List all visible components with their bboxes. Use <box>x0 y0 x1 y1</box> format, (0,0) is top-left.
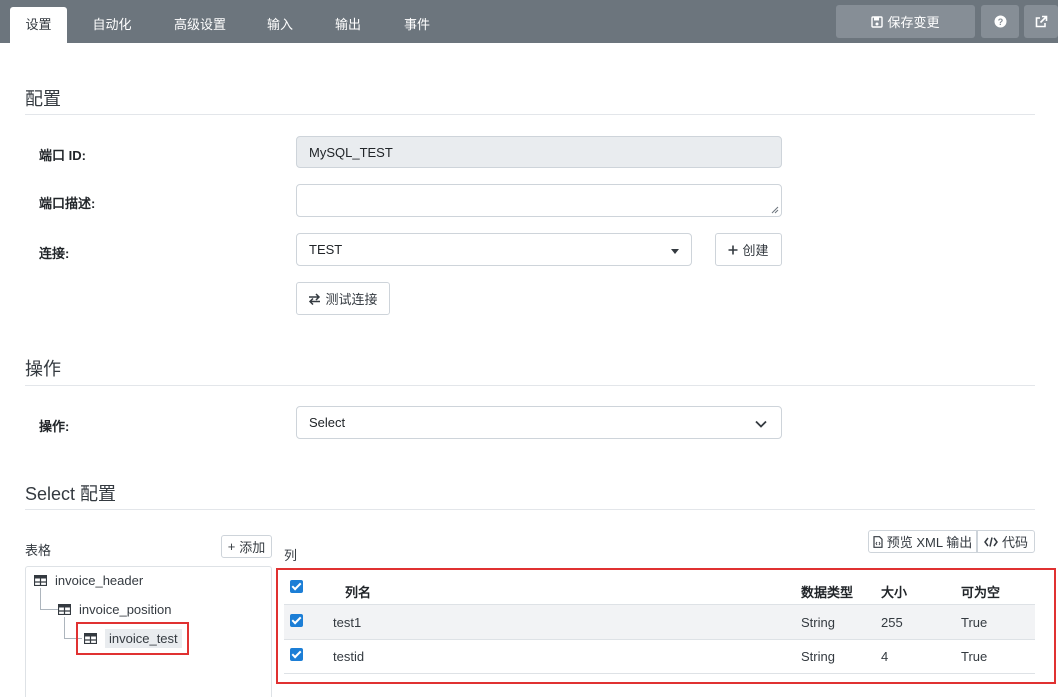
port-id-value: MySQL_TEST <box>309 144 393 160</box>
operation-section-title: 操作 <box>25 359 61 379</box>
operation-label: 操作: <box>39 419 70 434</box>
exchange-icon <box>309 292 321 305</box>
connection-value: TEST <box>309 242 343 257</box>
code-label: 代码 <box>1001 535 1028 550</box>
code-button[interactable]: 代码 <box>977 530 1035 553</box>
table-icon <box>34 575 47 586</box>
add-table-button[interactable]: + 添加 <box>221 535 272 558</box>
tab-output[interactable]: 输出 <box>323 7 373 43</box>
save-changes-button[interactable]: 保存变更 <box>836 5 975 38</box>
preview-xml-label: 预览 XML 输出 <box>886 535 973 550</box>
tab-input[interactable]: 输入 <box>255 7 305 43</box>
create-label: 创建 <box>742 243 769 258</box>
columns-label: 列 <box>284 548 298 563</box>
operation-value: Select <box>309 415 346 430</box>
resize-handle-icon <box>771 206 779 214</box>
table-icon <box>58 604 71 615</box>
operation-select[interactable]: Select <box>296 406 782 439</box>
test-connection-button[interactable]: 测试连接 <box>296 282 390 315</box>
port-id-label: 端口 ID: <box>39 148 86 163</box>
help-button[interactable]: ? <box>981 5 1019 38</box>
tree-node-invoice-position[interactable]: invoice_position <box>58 602 172 617</box>
plus-icon: + <box>227 539 236 554</box>
port-description-textarea[interactable] <box>296 184 782 217</box>
create-connection-button[interactable]: 创建 <box>715 233 782 266</box>
file-code-icon <box>873 535 883 548</box>
connection-select[interactable]: TEST <box>296 233 692 266</box>
tree-node-invoice-header[interactable]: invoice_header <box>34 573 143 588</box>
preview-xml-button[interactable]: 预览 XML 输出 <box>868 530 977 553</box>
select-config-section-title: Select 配置 <box>25 484 117 504</box>
save-icon <box>871 15 884 28</box>
top-nav-bar: 设置 自动化 高级设置 输入 输出 事件 保存变更 ? <box>0 0 1058 43</box>
divider <box>25 114 1035 115</box>
tree-node-label: invoice_position <box>79 602 172 617</box>
tables-label: 表格 <box>25 543 52 558</box>
chevron-down-icon <box>755 420 767 428</box>
add-label: 添加 <box>239 540 266 555</box>
tree-node-label: invoice_header <box>55 573 144 588</box>
connection-label: 连接: <box>39 246 70 261</box>
tree-connector <box>40 588 58 610</box>
open-external-button[interactable] <box>1024 5 1058 38</box>
highlight-box <box>76 622 189 655</box>
highlight-box <box>276 568 1056 684</box>
svg-text:?: ? <box>997 17 1003 27</box>
tab-settings[interactable]: 设置 <box>10 7 67 43</box>
divider <box>25 509 1035 510</box>
divider <box>25 385 1035 386</box>
tab-automation[interactable]: 自动化 <box>80 7 144 43</box>
tab-advanced-settings[interactable]: 高级设置 <box>160 7 240 43</box>
code-icon <box>984 536 998 547</box>
port-id-field[interactable]: MySQL_TEST <box>296 136 782 168</box>
save-changes-label: 保存变更 <box>887 15 940 30</box>
question-circle-icon: ? <box>994 15 1006 28</box>
external-link-icon <box>1035 15 1048 27</box>
plus-icon <box>728 245 738 254</box>
tab-events[interactable]: 事件 <box>392 7 442 43</box>
config-section-title: 配置 <box>25 89 61 109</box>
caret-down-icon <box>671 249 679 254</box>
port-desc-label: 端口描述: <box>39 196 96 211</box>
test-connection-label: 测试连接 <box>325 292 378 307</box>
